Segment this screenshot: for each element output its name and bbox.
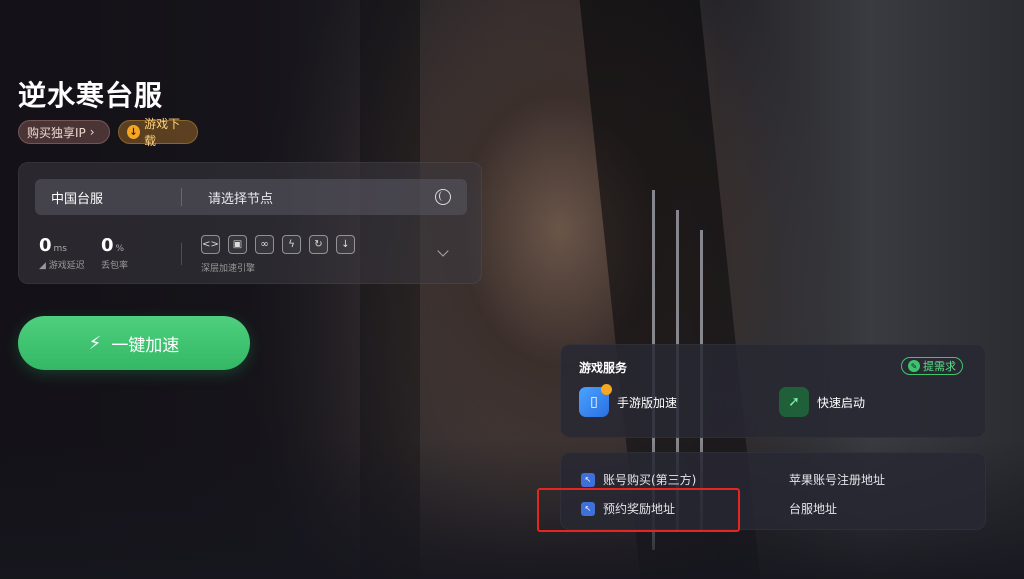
engine-tools: <> ▣ ∞ ϟ ↻ ↓ bbox=[201, 235, 355, 254]
game-title: 逆水寒台服 bbox=[18, 79, 164, 112]
mobile-accel-item[interactable]: ▯ 手游版加速 bbox=[579, 384, 678, 417]
server-node-selector[interactable]: 中国台服 请选择节点 bbox=[35, 179, 467, 215]
link-label: 台服地址 bbox=[789, 502, 838, 516]
latency-unit: ms bbox=[53, 244, 67, 254]
download-icon: ↓ bbox=[127, 125, 141, 139]
link-apple-register[interactable]: 苹果账号注册地址 bbox=[789, 471, 885, 488]
lightning-icon[interactable]: ϟ bbox=[282, 235, 301, 254]
mobile-accel-label: 手游版加速 bbox=[617, 395, 678, 410]
link-label: 账号购买(第三方) bbox=[603, 473, 697, 487]
loss-label: 丢包率 bbox=[101, 261, 129, 271]
accelerate-label: 一键加速 bbox=[111, 335, 180, 356]
quick-launch-icon: ➚ bbox=[779, 387, 809, 417]
badge-icon bbox=[601, 384, 612, 395]
signal-icon: ◢ bbox=[39, 261, 49, 271]
chevron-down-icon[interactable] bbox=[437, 245, 449, 257]
download-circle-icon[interactable]: ↓ bbox=[336, 235, 355, 254]
mobile-accel-icon: ▯ bbox=[579, 384, 612, 417]
chevron-right-icon: › bbox=[89, 125, 95, 139]
code-icon[interactable]: <> bbox=[201, 235, 220, 254]
game-download-button[interactable]: ↓ 游戏下载 bbox=[118, 117, 198, 148]
loss-value: 0 bbox=[101, 235, 114, 256]
quick-launch-item[interactable]: ➚ 快速启动 bbox=[779, 387, 865, 417]
request-label: 提需求 bbox=[923, 360, 956, 373]
one-click-accelerate-button[interactable]: ⚡ 一键加速 bbox=[18, 316, 250, 370]
loss-unit: % bbox=[115, 244, 125, 254]
bolt-icon: ⚡ bbox=[88, 332, 102, 354]
engine-label: 深层加速引擎 bbox=[201, 264, 256, 274]
packet-loss-stat: 0% 丢包率 bbox=[101, 235, 128, 271]
game-services-card: 游戏服务 ✎ 提需求 ▯ 手游版加速 ➚ 快速启动 bbox=[560, 344, 986, 438]
link-tw-server[interactable]: 台服地址 bbox=[789, 500, 837, 517]
node-select[interactable]: 请选择节点 bbox=[182, 188, 435, 207]
globe-icon[interactable] bbox=[435, 189, 451, 205]
buy-ip-label: 购买独享IP bbox=[27, 125, 86, 140]
refresh-icon[interactable]: ↻ bbox=[309, 235, 328, 254]
game-download-label: 游戏下载 bbox=[144, 117, 181, 148]
latency-stat: 0 ms ◢ 游戏延迟 bbox=[39, 235, 85, 271]
link-icon: ↖ bbox=[581, 472, 595, 487]
services-title: 游戏服务 bbox=[579, 361, 628, 375]
latency-label: 游戏延迟 bbox=[48, 261, 85, 271]
quick-launch-label: 快速启动 bbox=[817, 395, 866, 410]
link-account-purchase[interactable]: ↖ 账号购买(第三方) bbox=[581, 471, 696, 488]
link-label: 苹果账号注册地址 bbox=[789, 473, 886, 487]
request-button[interactable]: ✎ 提需求 bbox=[901, 357, 963, 375]
highlight-box bbox=[537, 488, 740, 532]
buy-ip-button[interactable]: 购买独享IP › bbox=[18, 120, 110, 144]
divider bbox=[181, 243, 182, 265]
latency-value: 0 bbox=[39, 235, 52, 256]
accel-panel: 中国台服 请选择节点 0 ms ◢ 游戏延迟 0% 丢包率 <> ▣ ∞ ϟ ↻ … bbox=[18, 162, 482, 284]
region-label[interactable]: 中国台服 bbox=[35, 188, 181, 207]
image-icon[interactable]: ▣ bbox=[228, 235, 247, 254]
link-icon[interactable]: ∞ bbox=[255, 235, 274, 254]
pen-icon: ✎ bbox=[908, 360, 920, 372]
